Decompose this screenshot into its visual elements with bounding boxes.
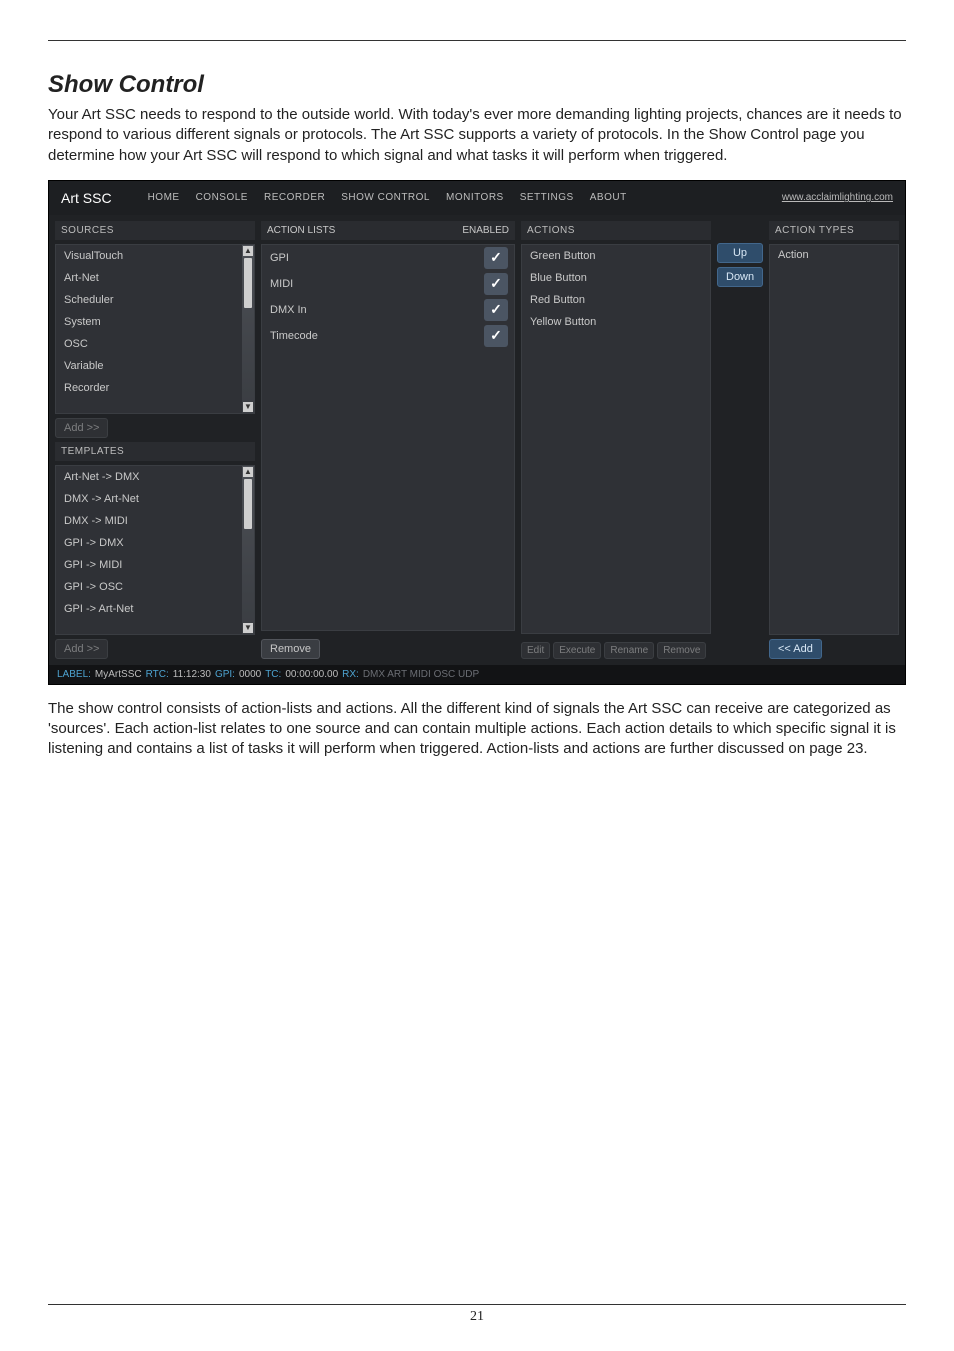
status-gpi-key: GPI: <box>215 669 235 680</box>
action-item[interactable]: Yellow Button <box>522 311 710 333</box>
status-rx-key: RX: <box>342 669 359 680</box>
source-item[interactable]: OSC <box>56 333 242 355</box>
status-bar: LABEL: MyArtSSC RTC: 11:12:30 GPI: 0000 … <box>49 665 905 684</box>
topbar: Art SSC HOME CONSOLE RECORDER SHOW CONTR… <box>49 181 905 215</box>
source-item[interactable]: Scheduler <box>56 289 242 311</box>
action-lists-header: ACTION LISTS ENABLED <box>261 221 515 240</box>
action-list-name: DMX In <box>262 298 482 322</box>
source-item[interactable]: VisualTouch <box>56 245 242 267</box>
scroll-up-icon[interactable]: ▲ <box>243 246 253 256</box>
enabled-checkbox[interactable] <box>484 325 508 347</box>
action-lists-header-name: ACTION LISTS <box>261 221 455 240</box>
status-label-key: LABEL: <box>57 669 91 680</box>
status-rtc-key: RTC: <box>146 669 169 680</box>
section-title: Show Control <box>48 71 906 99</box>
scroll-up-icon[interactable]: ▲ <box>243 467 253 477</box>
templates-scrollbar[interactable]: ▲ ▼ <box>242 466 254 634</box>
sources-list[interactable]: VisualTouch Art-Net Scheduler System OSC… <box>55 244 255 414</box>
actions-column: ACTIONS Green Button Blue Button Red But… <box>521 221 711 659</box>
template-item[interactable]: DMX -> MIDI <box>56 510 242 532</box>
template-item[interactable]: GPI -> MIDI <box>56 554 242 576</box>
source-item[interactable]: System <box>56 311 242 333</box>
enabled-checkbox[interactable] <box>484 247 508 269</box>
action-item[interactable]: Blue Button <box>522 267 710 289</box>
action-execute-button[interactable]: Execute <box>553 642 601 659</box>
section-intro: Your Art SSC needs to respond to the out… <box>48 105 906 166</box>
action-list-row[interactable]: DMX In <box>262 297 514 323</box>
action-list-name: MIDI <box>262 272 482 296</box>
action-remove-button[interactable]: Remove <box>657 642 706 659</box>
action-types-add-button[interactable]: << Add <box>769 639 822 659</box>
sources-scrollbar[interactable]: ▲ ▼ <box>242 245 254 413</box>
menu-about[interactable]: ABOUT <box>590 192 627 203</box>
action-list-remove-button[interactable]: Remove <box>261 639 320 659</box>
menu-monitors[interactable]: MONITORS <box>446 192 504 203</box>
action-rename-button[interactable]: Rename <box>604 642 654 659</box>
menu-show-control[interactable]: SHOW CONTROL <box>341 192 430 203</box>
template-item[interactable]: DMX -> Art-Net <box>56 488 242 510</box>
action-types-column: ACTION TYPES Action << Add <box>769 221 899 659</box>
status-gpi-value: 0000 <box>239 669 261 680</box>
left-column: SOURCES VisualTouch Art-Net Scheduler Sy… <box>55 221 255 659</box>
app-screenshot: Art SSC HOME CONSOLE RECORDER SHOW CONTR… <box>48 180 906 685</box>
action-types-body: Action <box>769 244 899 635</box>
enabled-checkbox[interactable] <box>484 299 508 321</box>
menu-home[interactable]: HOME <box>148 192 180 203</box>
status-label-value: MyArtSSC <box>95 669 142 680</box>
template-item[interactable]: GPI -> OSC <box>56 576 242 598</box>
action-type-item[interactable]: Action <box>778 249 890 261</box>
enabled-checkbox[interactable] <box>484 273 508 295</box>
scroll-down-icon[interactable]: ▼ <box>243 402 253 412</box>
menu-recorder[interactable]: RECORDER <box>264 192 325 203</box>
panels: SOURCES VisualTouch Art-Net Scheduler Sy… <box>49 215 905 665</box>
action-list-row[interactable]: GPI <box>262 245 514 271</box>
status-tc-value: 00:00:00.00 <box>285 669 338 680</box>
source-item[interactable]: Variable <box>56 355 242 377</box>
action-lists-column: ACTION LISTS ENABLED GPI MIDI DMX In <box>261 221 515 659</box>
menu-console[interactable]: CONSOLE <box>196 192 248 203</box>
brand: Art SSC <box>61 190 112 206</box>
page-number: 21 <box>470 1309 484 1324</box>
actions-body: Green Button Blue Button Red Button Yell… <box>521 244 711 634</box>
template-item[interactable]: GPI -> DMX <box>56 532 242 554</box>
site-link[interactable]: www.acclaimlighting.com <box>782 192 893 203</box>
top-menu: HOME CONSOLE RECORDER SHOW CONTROL MONIT… <box>148 192 627 203</box>
action-list-name: GPI <box>262 246 482 270</box>
source-item[interactable]: Art-Net <box>56 267 242 289</box>
action-list-row[interactable]: MIDI <box>262 271 514 297</box>
action-item[interactable]: Red Button <box>522 289 710 311</box>
action-list-name: Timecode <box>262 324 482 348</box>
action-list-row[interactable]: Timecode <box>262 323 514 349</box>
updown-column: Up Down <box>717 221 763 659</box>
top-rule <box>48 40 906 41</box>
status-rx-value: DMX ART MIDI OSC UDP <box>363 669 479 680</box>
templates-add-button[interactable]: Add >> <box>55 639 108 659</box>
template-item[interactable]: GPI -> Art-Net <box>56 598 242 620</box>
action-lists-header-enabled: ENABLED <box>455 221 515 240</box>
sources-add-button[interactable]: Add >> <box>55 418 108 438</box>
source-item[interactable]: Recorder <box>56 377 242 399</box>
action-types-header: ACTION TYPES <box>769 221 899 240</box>
templates-list[interactable]: Art-Net -> DMX DMX -> Art-Net DMX -> MID… <box>55 465 255 635</box>
sources-header: SOURCES <box>55 221 255 240</box>
action-item[interactable]: Green Button <box>522 245 710 267</box>
status-tc-key: TC: <box>265 669 281 680</box>
template-item[interactable]: Art-Net -> DMX <box>56 466 242 488</box>
scroll-thumb[interactable] <box>244 479 252 529</box>
action-lists-body: GPI MIDI DMX In Timecode <box>261 244 515 631</box>
move-up-button[interactable]: Up <box>717 243 763 263</box>
move-down-button[interactable]: Down <box>717 267 763 287</box>
scroll-down-icon[interactable]: ▼ <box>243 623 253 633</box>
section-outro: The show control consists of action-list… <box>48 699 906 760</box>
action-edit-button[interactable]: Edit <box>521 642 550 659</box>
scroll-thumb[interactable] <box>244 258 252 308</box>
templates-header: TEMPLATES <box>55 442 255 461</box>
page-footer: 21 <box>48 1304 906 1325</box>
menu-settings[interactable]: SETTINGS <box>520 192 574 203</box>
status-rtc-value: 11:12:30 <box>173 669 211 680</box>
actions-header: ACTIONS <box>521 221 711 240</box>
